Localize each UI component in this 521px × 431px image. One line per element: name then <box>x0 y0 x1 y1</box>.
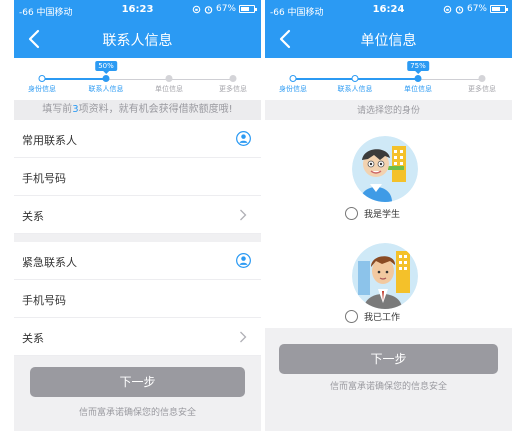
worker-option[interactable]: 我已工作 <box>345 310 400 323</box>
employer-info-screen: -66 中国移动 16:24 67% 单位信息 75% 身份信息 联系人信息 单… <box>265 0 512 431</box>
hint-prefix: 填写前 <box>42 104 73 115</box>
rotation-lock-icon <box>443 5 452 13</box>
step-progress: 50% 身份信息 联系人信息 单位信息 更多信息 <box>14 58 261 100</box>
emergency-contact-phone-row[interactable]: 手机号码 <box>14 280 261 318</box>
next-step-button[interactable]: 下一步 <box>279 344 498 374</box>
step-dot-employer <box>414 75 422 82</box>
student-option-label: 我是学生 <box>364 210 401 220</box>
student-option[interactable]: 我是学生 <box>345 207 400 220</box>
regular-contact-phone-row[interactable]: 手机号码 <box>14 158 261 196</box>
chevron-right-icon <box>240 331 247 343</box>
regular-contact-relation-row[interactable]: 关系 <box>14 196 261 234</box>
battery-percent: 67% <box>215 4 236 14</box>
status-right-group: 67% <box>192 4 257 14</box>
step-label-more: 更多信息 <box>468 85 496 93</box>
relation-label: 关系 <box>22 210 44 223</box>
security-footnote: 信而富承诺确保您的信息安全 <box>78 408 196 418</box>
student-avatar[interactable] <box>352 136 418 202</box>
step-dot-identity <box>38 75 46 82</box>
step-dot-more <box>229 75 237 82</box>
step-label-contact: 联系人信息 <box>337 85 373 93</box>
step-dot-more <box>478 75 486 82</box>
step-progress: 75% 身份信息 联系人信息 单位信息 更多信息 <box>265 58 512 100</box>
quota-hint: 填写前3项资料，就有机会获得借款额度哦! <box>14 100 261 120</box>
chevron-right-icon <box>240 209 247 221</box>
step-label-identity: 身份信息 <box>28 85 56 93</box>
regular-contact-row[interactable]: 常用联系人 <box>14 120 261 158</box>
contact-person-icon[interactable] <box>236 131 251 146</box>
battery-icon <box>490 5 508 13</box>
relation-label: 关系 <box>22 332 44 345</box>
group-spacer <box>14 234 261 242</box>
student-illustration <box>352 136 418 202</box>
battery-percent: 67% <box>466 4 487 14</box>
alarm-icon <box>455 5 464 14</box>
step-label-employer: 单位信息 <box>404 85 432 93</box>
status-bar: -66 中国移动 16:23 67% <box>14 0 261 20</box>
page-title: 单位信息 <box>360 33 417 49</box>
contact-person-icon[interactable] <box>236 253 251 268</box>
step-label-identity: 身份信息 <box>279 85 307 93</box>
emergency-contact-row[interactable]: 紧急联系人 <box>14 242 261 280</box>
emergency-contact-relation-row[interactable]: 关系 <box>14 318 261 356</box>
identity-options: 我是学生 我已工作 <box>265 120 512 328</box>
progress-track-done <box>42 78 106 80</box>
nav-bar: 单位信息 <box>265 20 512 58</box>
progress-percent-badge: 75% <box>407 61 429 74</box>
hint-suffix: 项资料，就有机会获得借款额度哦! <box>78 104 233 115</box>
worker-avatar[interactable] <box>352 243 418 309</box>
regular-contact-label: 常用联系人 <box>22 134 77 147</box>
status-right-group: 67% <box>443 4 508 14</box>
step-label-employer: 单位信息 <box>155 85 183 93</box>
contact-group-regular: 常用联系人 手机号码 关系 <box>14 120 261 234</box>
phone-label: 手机号码 <box>22 172 66 185</box>
status-bar: -66 中国移动 16:24 67% <box>265 0 512 20</box>
worker-radio[interactable] <box>345 310 358 323</box>
emergency-contact-label: 紧急联系人 <box>22 256 77 269</box>
security-footnote: 信而富承诺确保您的信息安全 <box>329 382 447 392</box>
step-dot-contact <box>102 75 110 82</box>
rotation-lock-icon <box>192 5 201 13</box>
phone-label: 手机号码 <box>22 294 66 307</box>
page-title: 联系人信息 <box>102 33 173 49</box>
contact-group-emergency: 紧急联系人 手机号码 关系 <box>14 242 261 356</box>
step-dot-identity <box>289 75 297 82</box>
choose-identity-hint: 请选择您的身份 <box>265 100 512 122</box>
step-dot-employer <box>165 75 173 82</box>
next-step-button[interactable]: 下一步 <box>30 367 245 397</box>
student-radio[interactable] <box>345 207 358 220</box>
step-label-contact: 联系人信息 <box>88 85 124 93</box>
alarm-icon <box>204 5 213 14</box>
contact-info-screen: -66 中国移动 16:23 67% 联系人信息 50% 身份信息 联系人信息 … <box>14 0 261 431</box>
progress-percent-badge: 50% <box>95 61 117 74</box>
battery-icon <box>239 5 257 13</box>
step-label-more: 更多信息 <box>219 85 247 93</box>
worker-option-label: 我已工作 <box>364 313 401 323</box>
nav-bar: 联系人信息 <box>14 20 261 58</box>
step-dot-contact <box>351 75 359 82</box>
worker-illustration <box>352 243 418 309</box>
